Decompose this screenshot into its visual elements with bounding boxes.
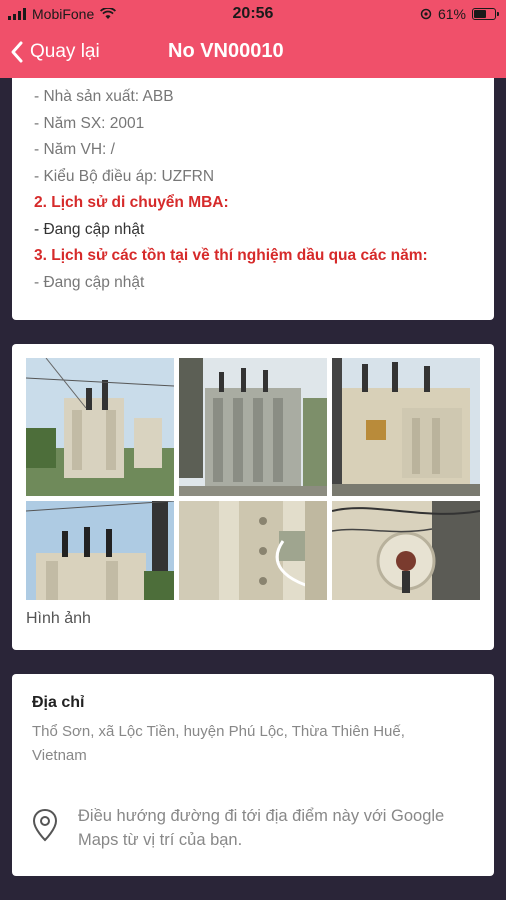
photo-3[interactable] — [332, 358, 480, 496]
address-title: Địa chỉ — [32, 694, 85, 711]
photo-1[interactable] — [26, 358, 174, 496]
status-right: 61% — [420, 6, 499, 22]
page-title: No VN00010 — [168, 40, 284, 62]
transfer-history-status: - Đang cập nhật — [34, 220, 145, 238]
info-line-manufacturer: - Nhà sản xuất: ABB — [34, 88, 174, 105]
battery-percent: 61% — [437, 6, 466, 22]
photo-6[interactable] — [332, 501, 480, 600]
photos-card: Hình ảnh — [12, 344, 494, 650]
back-button[interactable]: Quay lại — [10, 40, 100, 64]
google-maps-directions-link[interactable]: Điều hướng đường đi tới địa điểm này với… — [32, 804, 458, 852]
section-heading-transfer-history: 2. Lịch sử di chuyển MBA: — [34, 194, 229, 211]
map-pin-icon — [32, 808, 58, 842]
orientation-lock-icon — [420, 8, 432, 20]
scroll-content[interactable]: - Nhà sản xuất: ABB - Năm SX: 2001 - Năm… — [0, 78, 506, 900]
info-lines: - Nhà sản xuất: ABB - Năm SX: 2001 - Năm… — [34, 78, 472, 190]
back-label: Quay lại — [30, 41, 100, 62]
battery-icon — [472, 8, 499, 20]
info-line-year-operated: - Năm VH: / — [34, 141, 115, 158]
info-card: - Nhà sản xuất: ABB - Năm SX: 2001 - Năm… — [12, 78, 494, 320]
section-heading-oil-test-history: 3. Lịch sử các tồn tại về thí nghiệm dầu… — [34, 247, 428, 264]
address-text: Thổ Sơn, xã Lộc Tiền, huyện Phú Lộc, Thừ… — [32, 723, 405, 764]
photo-5[interactable] — [179, 501, 327, 600]
info-line-year-made: - Năm SX: 2001 — [34, 114, 145, 132]
photos-caption: Hình ảnh — [26, 610, 91, 627]
address-card: Địa chỉ Thổ Sơn, xã Lộc Tiền, huyện Phú … — [12, 674, 494, 876]
oil-test-history-status: - Đang cập nhật — [34, 273, 145, 291]
chevron-left-icon — [11, 41, 23, 63]
status-bar: MobiFone 20:56 61% — [0, 0, 506, 28]
photo-4[interactable] — [26, 501, 174, 600]
navigation-bar: Quay lại No VN00010 — [0, 28, 506, 78]
directions-text: Điều hướng đường đi tới địa điểm này với… — [78, 807, 445, 849]
info-line-regulator-type: - Kiểu Bộ điều áp: UZFRN — [34, 167, 215, 185]
photo-grid — [26, 358, 480, 600]
photo-2[interactable] — [179, 358, 327, 496]
